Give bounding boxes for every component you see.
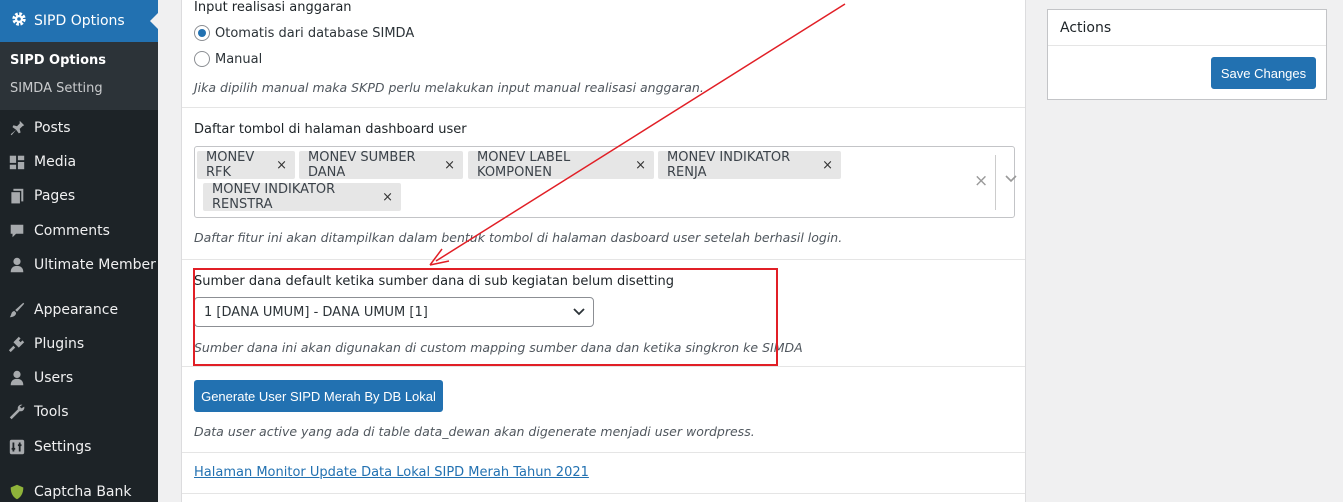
radio-otomatis[interactable]: Otomatis dari database SIMDA <box>194 25 414 41</box>
sidebar-item-label: Settings <box>34 439 92 455</box>
sidebar-item-label: Users <box>34 370 74 386</box>
setting-description: Data user active yang ada di table data_… <box>194 424 755 439</box>
brush-icon <box>7 301 27 319</box>
chevron-down-icon[interactable] <box>1005 175 1017 183</box>
submenu-item-simda-setting[interactable]: SIMDA Setting <box>10 81 103 96</box>
setting-description: Jika dipilih manual maka SKPD perlu mela… <box>194 80 704 95</box>
tag-monev-indikator-renstra: MONEV INDIKATOR RENSTRA × <box>203 182 401 212</box>
remove-tag-icon[interactable]: × <box>635 158 646 173</box>
sidebar-item-label: Pages <box>34 188 76 204</box>
sidebar-item-label: Comments <box>34 223 110 239</box>
sidebar-item-plugins[interactable]: Plugins <box>0 327 158 361</box>
sidebar-item-label: Posts <box>34 120 71 136</box>
tag-label: MONEV SUMBER DANA <box>308 150 416 180</box>
sidebar-item-tools[interactable]: Tools <box>0 395 158 429</box>
sidebar-item-label: Tools <box>34 404 69 420</box>
media-icon <box>7 153 27 171</box>
sidebar-item-ultimate-member[interactable]: Ultimate Member <box>0 248 158 282</box>
radio-label: Manual <box>215 51 263 67</box>
sidebar-item-settings[interactable]: Settings <box>0 430 158 464</box>
admin-sidebar: SIPD Options SIPD Options SIMDA Setting … <box>0 0 158 502</box>
setting-title: Input realisasi anggaran <box>194 0 352 15</box>
annotation-highlight-box <box>193 268 778 366</box>
radio-label: Otomatis dari database SIMDA <box>215 25 415 41</box>
sidebar-item-label: Ultimate Member <box>34 257 156 273</box>
sidebar-item-appearance[interactable]: Appearance <box>0 293 158 327</box>
submenu-item-sipd-options[interactable]: SIPD Options <box>10 53 106 68</box>
monitor-update-link[interactable]: Halaman Monitor Update Data Lokal SIPD M… <box>194 465 589 480</box>
pin-icon <box>7 119 27 137</box>
setting-description: Daftar fitur ini akan ditampilkan dalam … <box>194 230 843 245</box>
actions-title: Actions <box>1048 10 1326 46</box>
actions-box: Actions Save Changes <box>1047 9 1327 100</box>
tag-monev-sumber-dana: MONEV SUMBER DANA × <box>299 150 463 180</box>
wrench-icon <box>7 403 27 421</box>
sidebar-item-users[interactable]: Users <box>0 361 158 395</box>
plugin-icon <box>7 335 27 353</box>
sidebar-item-label: Media <box>34 154 77 170</box>
users-icon <box>7 369 27 387</box>
tag-label: MONEV INDIKATOR RENSTRA <box>212 182 336 212</box>
tag-label: MONEV RFK <box>206 150 255 180</box>
save-changes-button[interactable]: Save Changes <box>1211 57 1316 89</box>
setting-title: Daftar tombol di halaman dashboard user <box>194 122 467 137</box>
tag-label: MONEV LABEL KOMPONEN <box>477 150 571 180</box>
generate-user-button[interactable]: Generate User SIPD Merah By DB Lokal <box>194 380 443 412</box>
tag-monev-indikator-renja: MONEV INDIKATOR RENJA × <box>658 150 841 180</box>
tag-monev-label-komponen: MONEV LABEL KOMPONEN × <box>468 150 654 180</box>
radio-manual[interactable]: Manual <box>194 51 262 67</box>
sidebar-item-captcha-bank[interactable]: Captcha Bank <box>0 475 158 502</box>
tag-label: MONEV INDIKATOR RENJA <box>667 150 791 180</box>
remove-tag-icon[interactable]: × <box>822 158 833 173</box>
sidebar-item-media[interactable]: Media <box>0 145 158 179</box>
pages-icon <box>7 187 27 205</box>
sidebar-item-label: Plugins <box>34 336 85 352</box>
remove-tag-icon[interactable]: × <box>276 158 287 173</box>
gear-icon <box>9 11 29 31</box>
sidebar-item-posts[interactable]: Posts <box>0 111 158 145</box>
sidebar-item-comments[interactable]: Comments <box>0 214 158 248</box>
radio-button-checked[interactable] <box>194 25 210 41</box>
setting-monitor-link: Halaman Monitor Update Data Lokal SIPD M… <box>182 453 1025 494</box>
sidebar-item-pages[interactable]: Pages <box>0 179 158 213</box>
sidebar-submenu: SIPD Options SIMDA Setting <box>0 42 158 110</box>
divider <box>995 155 996 210</box>
sidebar-item-sipd-options[interactable]: SIPD Options <box>0 0 158 42</box>
sidebar-item-label: SIPD Options <box>34 13 125 29</box>
settings-panel: Input realisasi anggaran Otomatis dari d… <box>181 0 1026 502</box>
remove-tag-icon[interactable]: × <box>444 158 455 173</box>
user-icon <box>7 256 27 274</box>
sidebar-item-label: Captcha Bank <box>34 484 132 500</box>
setting-realisasi: Input realisasi anggaran Otomatis dari d… <box>182 0 1025 108</box>
radio-button[interactable] <box>194 51 210 67</box>
shield-icon <box>7 483 27 501</box>
remove-tag-icon[interactable]: × <box>382 190 393 205</box>
settings-icon <box>7 438 27 456</box>
clear-all-icon[interactable]: × <box>974 171 988 191</box>
sidebar-item-label: Appearance <box>34 302 119 318</box>
comments-icon <box>7 222 27 240</box>
multiselect-tags[interactable]: MONEV RFK × MONEV SUMBER DANA × MONEV LA… <box>194 146 1017 218</box>
tag-monev-rfk: MONEV RFK × <box>197 150 295 180</box>
